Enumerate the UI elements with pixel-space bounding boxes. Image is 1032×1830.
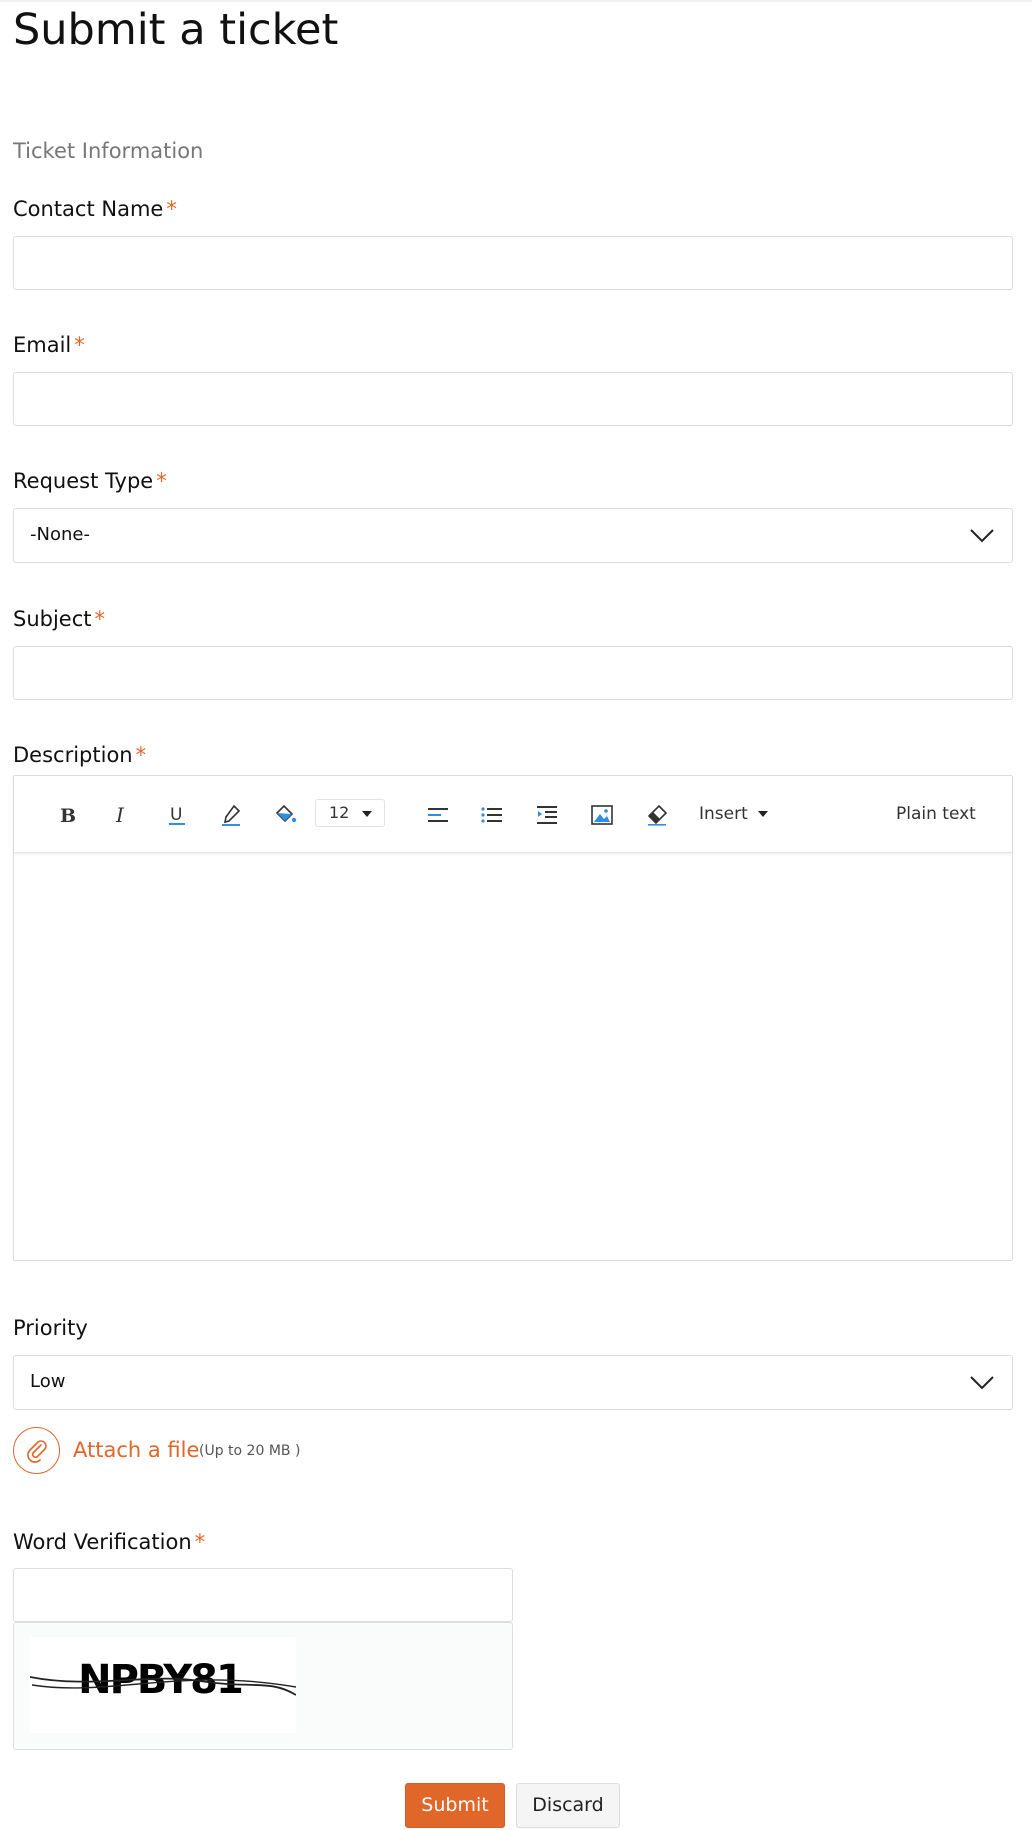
editor-toolbar: B I U 12 Insert Plain text [14, 776, 1012, 853]
subject-input[interactable] [14, 647, 1012, 699]
background-color-icon[interactable] [272, 802, 298, 828]
description-label-text: Description [13, 743, 133, 767]
contact-name-field [13, 236, 1013, 290]
svg-text:B: B [60, 805, 76, 827]
priority-label-text: Priority [13, 1316, 88, 1340]
subject-label-text: Subject [13, 607, 92, 631]
caret-down-icon [757, 811, 768, 817]
indent-icon[interactable] [534, 802, 560, 828]
request-type-select[interactable]: -None- [13, 508, 1013, 563]
section-title: Ticket Information [13, 139, 204, 163]
description-editor: B I U 12 Insert Plain text [13, 775, 1013, 1261]
submit-button[interactable]: Submit [405, 1783, 505, 1828]
discard-button[interactable]: Discard [516, 1783, 620, 1828]
required-marker: * [166, 197, 177, 221]
required-marker: * [194, 1530, 206, 1554]
italic-icon[interactable]: I [109, 802, 135, 828]
insert-label: Insert [699, 804, 748, 824]
word-verification-input[interactable] [14, 1569, 512, 1621]
description-label: Description * [13, 742, 146, 768]
priority-select[interactable]: Low [13, 1355, 1013, 1410]
page-title: Submit a ticket [13, 5, 339, 55]
eraser-icon[interactable] [644, 802, 670, 828]
contact-name-label-text: Contact Name [13, 197, 164, 221]
required-marker: * [94, 607, 106, 631]
word-verification-label-text: Word Verification [13, 1530, 192, 1554]
bold-icon[interactable]: B [54, 802, 80, 828]
text-color-icon[interactable] [218, 802, 244, 828]
captcha-image: NPBY81 [29, 1637, 297, 1733]
contact-name-input[interactable] [14, 237, 1012, 289]
word-verification-field [13, 1568, 513, 1622]
email-label: Email * [13, 332, 85, 358]
required-marker: * [74, 333, 85, 357]
attach-file-link[interactable]: Attach a file [73, 1437, 199, 1463]
align-left-icon[interactable] [425, 802, 451, 828]
description-textarea[interactable] [14, 854, 1012, 1260]
priority-value: Low [30, 1371, 66, 1392]
required-marker: * [156, 469, 167, 493]
top-border [0, 0, 1032, 2]
caret-down-icon [362, 811, 372, 817]
subject-label: Subject * [13, 606, 105, 632]
paperclip-icon [26, 1439, 47, 1463]
request-type-label-text: Request Type [13, 469, 154, 493]
plain-text-toggle[interactable]: Plain text [896, 802, 976, 826]
attach-button[interactable] [13, 1427, 60, 1474]
bullet-list-icon[interactable] [479, 802, 505, 828]
request-type-value: -None- [30, 524, 90, 545]
svg-text:I: I [115, 803, 125, 827]
contact-name-label: Contact Name * [13, 196, 177, 222]
underline-icon[interactable]: U [164, 802, 190, 828]
font-size-value: 12 [329, 803, 350, 822]
priority-label: Priority [13, 1315, 88, 1341]
email-field [13, 372, 1013, 426]
word-verification-label: Word Verification * [13, 1529, 205, 1555]
chevron-down-icon [970, 529, 994, 543]
chevron-down-icon [970, 1376, 994, 1390]
email-input[interactable] [14, 373, 1012, 425]
svg-text:U: U [170, 805, 182, 825]
image-icon[interactable] [589, 802, 615, 828]
required-marker: * [135, 743, 147, 767]
insert-menu[interactable]: Insert [699, 802, 768, 826]
subject-field [13, 646, 1013, 700]
attach-size-hint: (Up to 20 MB ) [199, 1443, 301, 1459]
email-label-text: Email [13, 333, 72, 357]
font-size-select[interactable]: 12 [315, 799, 385, 827]
request-type-label: Request Type * [13, 468, 167, 494]
captcha-container: NPBY81 [13, 1622, 513, 1750]
